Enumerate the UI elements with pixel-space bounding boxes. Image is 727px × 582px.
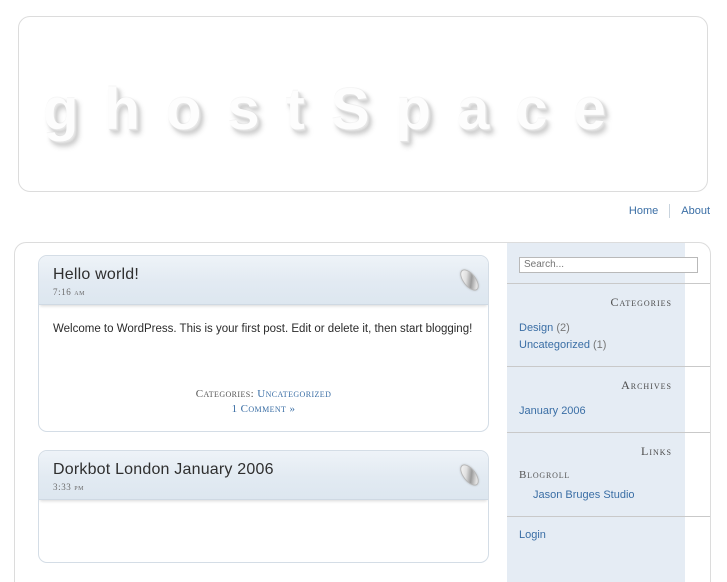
meta-list: Login	[519, 525, 698, 544]
sidebar-archives-section: Archives January 2006	[507, 366, 710, 433]
post-body: Welcome to WordPress. This is your first…	[39, 305, 488, 343]
post-item: Dorkbot London January 2006 3:33 pm	[38, 450, 489, 563]
list-item: Uncategorized (1)	[519, 337, 698, 354]
search-input[interactable]	[519, 256, 698, 273]
post-body-text: Welcome to WordPress. This is your first…	[53, 323, 473, 335]
post-comments-link[interactable]: 1 Comment »	[232, 403, 296, 415]
post-meta: Categories: Uncategorized 1 Comment »	[39, 343, 488, 431]
post-categories-label: Categories:	[195, 388, 255, 400]
main-container: Hello world! 7:16 am Welcome to WordPres…	[14, 242, 711, 582]
categories-heading: Categories	[610, 294, 672, 309]
post-item: Hello world! 7:16 am Welcome to WordPres…	[38, 255, 489, 432]
nav-item-about[interactable]: About	[670, 205, 710, 217]
post-category-link[interactable]: Uncategorized	[257, 388, 331, 400]
post-categories-line: Categories: Uncategorized	[49, 387, 478, 402]
archives-heading: Archives	[621, 377, 672, 392]
category-link-uncategorized[interactable]: Uncategorized	[519, 339, 590, 351]
blogroll-list: Jason Bruges Studio	[519, 487, 698, 504]
list-item: Jason Bruges Studio	[533, 487, 698, 504]
sidebar-search-section	[507, 243, 710, 284]
post-header: Dorkbot London January 2006 3:33 pm	[39, 451, 488, 500]
category-count: (1)	[593, 338, 607, 351]
blogroll-link-jason-bruges-studio[interactable]: Jason Bruges Studio	[533, 489, 635, 501]
category-link-design[interactable]: Design	[519, 322, 553, 334]
sidebar-categories-section: Categories Design (2) Uncategorized (1)	[507, 283, 710, 367]
post-title[interactable]: Hello world!	[53, 265, 474, 284]
post-time: 3:33 pm	[53, 482, 85, 492]
post-title[interactable]: Dorkbot London January 2006	[53, 460, 474, 479]
site-title: ghostSpace	[43, 77, 632, 142]
sidebar-meta-section: Login	[507, 516, 710, 556]
sidebar: Categories Design (2) Uncategorized (1) …	[507, 243, 710, 582]
categories-list: Design (2) Uncategorized (1)	[519, 320, 698, 354]
post-comments-line: 1 Comment »	[49, 402, 478, 417]
site-header-box: ghostSpace	[18, 16, 708, 192]
archives-list: January 2006	[519, 403, 698, 420]
blogroll-subheading: Blogroll	[519, 468, 571, 481]
archive-link-january-2006[interactable]: January 2006	[519, 405, 586, 417]
content-column: Hello world! 7:16 am Welcome to WordPres…	[15, 243, 508, 582]
sidebar-links-section: Links Blogroll Jason Bruges Studio	[507, 432, 710, 517]
post-header: Hello world! 7:16 am	[39, 256, 488, 305]
category-count: (2)	[556, 321, 570, 334]
list-item: Design (2)	[519, 320, 698, 337]
links-heading: Links	[641, 443, 672, 458]
post-time: 7:16 am	[53, 287, 86, 297]
login-link[interactable]: Login	[519, 529, 546, 541]
list-item: January 2006	[519, 403, 698, 420]
main-navigation: Home About	[618, 203, 710, 219]
nav-item-home[interactable]: Home	[618, 205, 669, 217]
post-body	[39, 500, 488, 562]
